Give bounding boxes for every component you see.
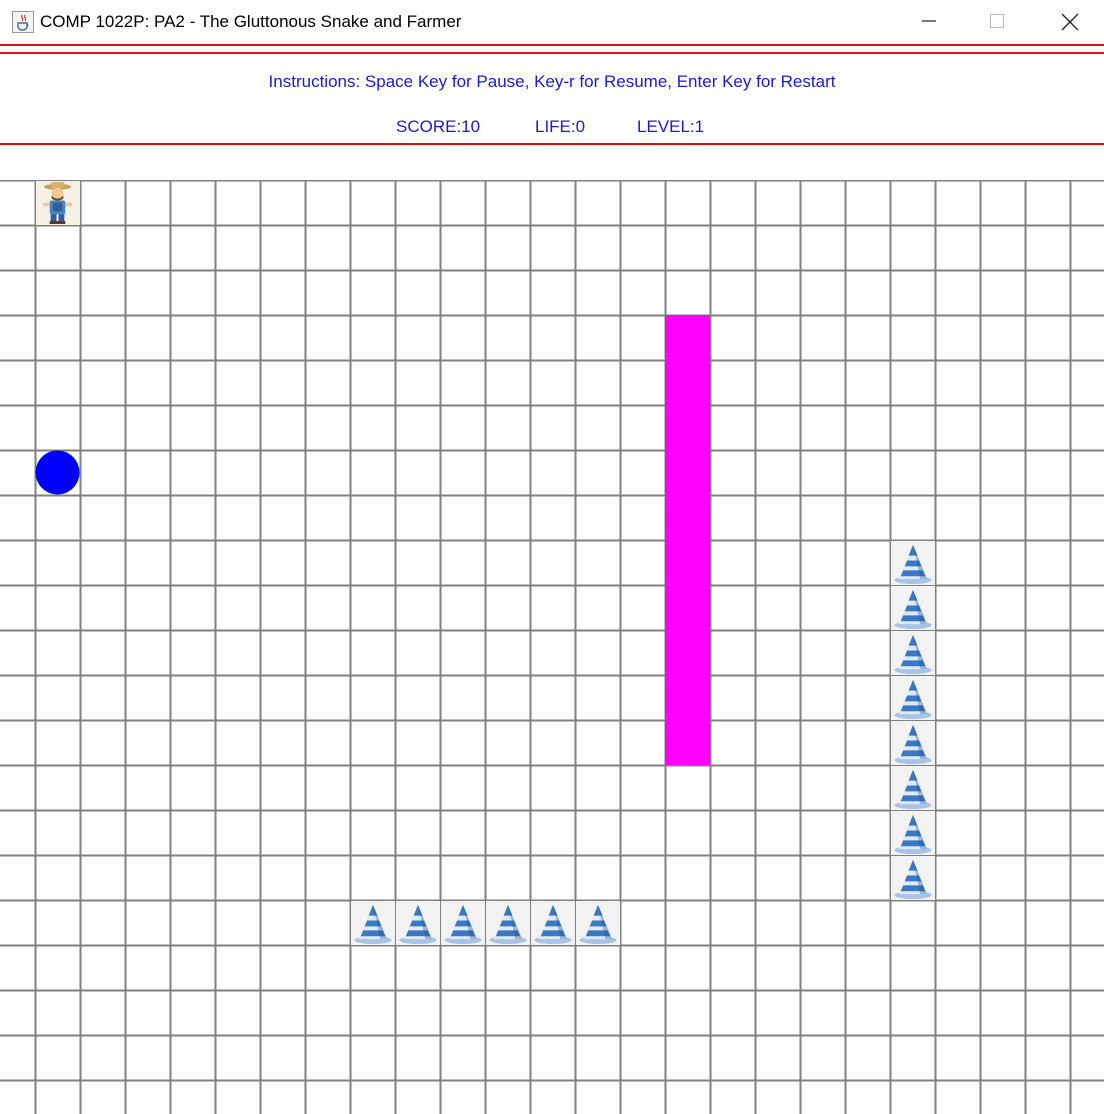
traffic-cone-icon [891,811,935,855]
snake-body [665,315,710,765]
window-title: COMP 1022P: PA2 - The Gluttonous Snake a… [40,12,462,31]
minimize-button[interactable] [906,0,952,44]
traffic-cone-icon [486,901,530,945]
game-board[interactable] [0,180,1104,1114]
close-button[interactable] [1046,0,1092,44]
traffic-cone-icon [396,901,440,945]
score-label: SCORE:10 [396,117,481,136]
instructions-text: Instructions: Space Key for Pause, Key-r… [268,72,836,91]
traffic-cone-icon [891,856,935,900]
board-grid [0,180,1104,1114]
traffic-cone-icon [891,676,935,720]
traffic-cone-icon [441,901,485,945]
minimize-icon [922,20,936,22]
traffic-cone-icon [531,901,575,945]
maximize-icon [990,14,1004,28]
level-label: LEVEL:1 [637,117,705,136]
java-cup-icon [12,11,34,33]
traffic-cone-icon [891,721,935,765]
traffic-cone-icon [891,541,935,585]
close-icon [1061,13,1079,31]
traffic-cone-icon [891,766,935,810]
food-dot [35,450,80,495]
header-divider-top-2 [0,52,1104,54]
traffic-cone-icon [351,901,395,945]
farmer-icon [36,181,80,225]
header-divider-top [0,44,1104,46]
life-label: LIFE:0 [535,117,586,136]
header-divider-bottom [0,143,1104,145]
traffic-cone-icon [891,631,935,675]
window-titlebar: COMP 1022P: PA2 - The Gluttonous Snake a… [0,0,1104,44]
maximize-button[interactable] [974,0,1020,44]
traffic-cone-icon [891,586,935,630]
traffic-cone-icon [576,901,620,945]
